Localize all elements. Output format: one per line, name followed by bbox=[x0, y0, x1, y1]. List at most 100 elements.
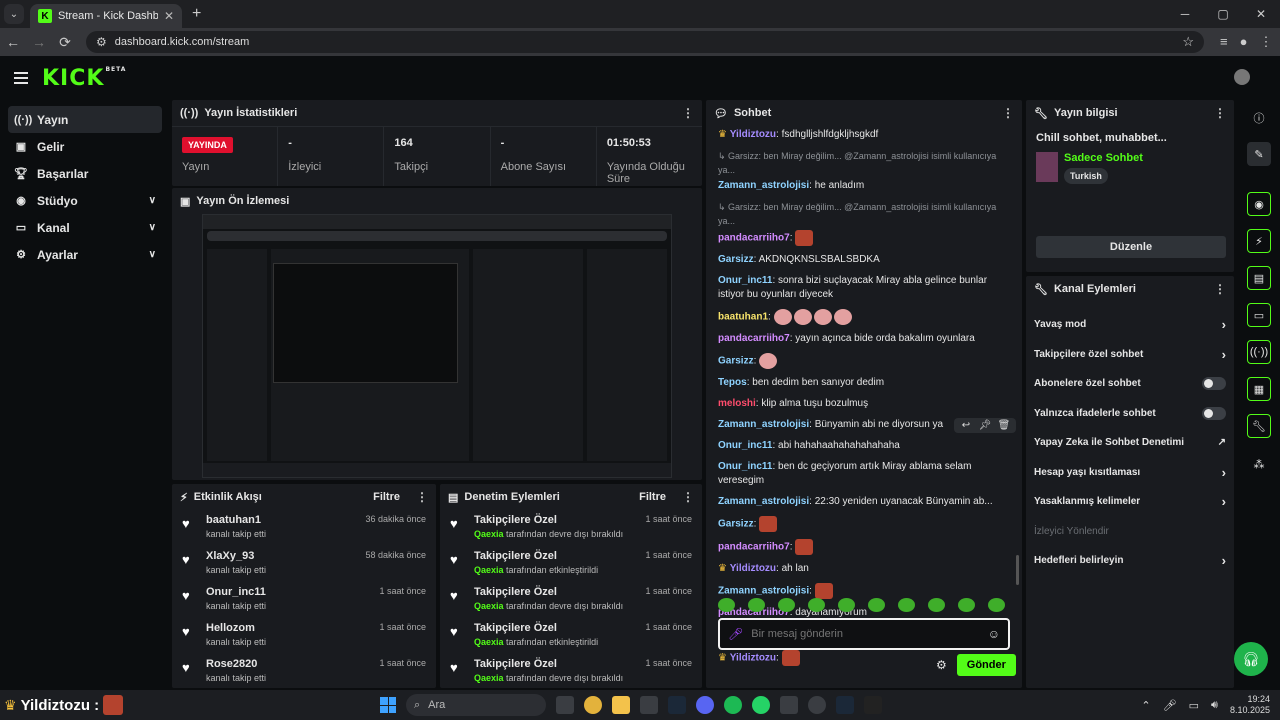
chat-message[interactable]: ♛ Yildiztozu: fsdhglljshlfdgkljhsgkdf bbox=[718, 128, 1010, 142]
more-options-icon[interactable]: ⋮ bbox=[682, 106, 694, 120]
chat-username[interactable]: Zamann_astrolojisi bbox=[718, 180, 809, 191]
steam-icon[interactable] bbox=[668, 696, 686, 714]
mod-actor[interactable]: Qaexia bbox=[474, 601, 504, 611]
wrench-icon[interactable]: 🔧︎ bbox=[1247, 414, 1271, 438]
file-explorer-icon[interactable] bbox=[612, 696, 630, 714]
profile-icon[interactable]: ● bbox=[1240, 34, 1248, 50]
more-options-icon[interactable]: ⋮ bbox=[1002, 106, 1014, 120]
back-button[interactable]: ← bbox=[0, 34, 26, 50]
chat-username[interactable]: Zamann_astrolojisi bbox=[718, 419, 809, 430]
chat-username[interactable]: Yildiztozu bbox=[730, 563, 776, 574]
feed-user[interactable]: XlaXy_93 bbox=[206, 550, 355, 562]
microphone-icon[interactable]: 🎤︎ bbox=[728, 627, 743, 641]
feed-user[interactable]: Rose2820 bbox=[206, 658, 369, 670]
media-controls-icon[interactable]: ≡ bbox=[1220, 34, 1228, 50]
new-tab-button[interactable]: + bbox=[192, 5, 201, 23]
chat-message[interactable]: Onur_inc11: ben dc geçiyorum artık Miray… bbox=[718, 460, 1010, 488]
chat-message[interactable]: Tepos: ben dedim ben sanıyor dedim bbox=[718, 376, 1010, 390]
chat-input-box[interactable]: 🎤︎ ☺ bbox=[718, 618, 1010, 650]
store-icon[interactable] bbox=[640, 696, 658, 714]
spotify-icon[interactable] bbox=[724, 696, 742, 714]
emote-button[interactable] bbox=[958, 598, 975, 612]
mod-actor[interactable]: Qaexia bbox=[474, 565, 504, 575]
browser-menu-icon[interactable]: ⋮ bbox=[1259, 34, 1272, 50]
chat-username[interactable]: Tepos bbox=[718, 377, 747, 388]
close-window-button[interactable]: ✕ bbox=[1242, 0, 1280, 28]
maximize-button[interactable]: ▢ bbox=[1204, 0, 1242, 28]
sidebar-item-channel[interactable]: ▭ Kanal ∨ bbox=[8, 214, 162, 241]
chat-scrollbar[interactable] bbox=[1016, 555, 1019, 585]
chat-bubble-icon[interactable]: ▭ bbox=[1247, 303, 1271, 327]
chat-username[interactable]: Zamann_astrolojisi bbox=[718, 496, 809, 507]
chat-username[interactable]: Onur_inc11 bbox=[718, 461, 772, 472]
help-chat-button[interactable]: 🎧︎ bbox=[1234, 642, 1268, 676]
tab-search-button[interactable]: ⌄ bbox=[4, 4, 24, 24]
display-icon[interactable]: ▭ bbox=[1189, 699, 1199, 712]
more-options-icon[interactable]: ⋮ bbox=[682, 490, 694, 504]
steam-icon[interactable] bbox=[836, 696, 854, 714]
address-bar[interactable]: ⚙ dashboard.kick.com/stream ☆ bbox=[86, 31, 1204, 53]
emote-button[interactable] bbox=[898, 598, 915, 612]
emote-button[interactable] bbox=[808, 598, 825, 612]
chat-username[interactable]: Onur_inc11 bbox=[718, 275, 772, 286]
chat-message[interactable]: baatuhan1: bbox=[718, 309, 1010, 325]
microphone-icon[interactable]: 🎤︎ bbox=[1163, 699, 1177, 712]
emote-button[interactable] bbox=[748, 598, 765, 612]
broadcast-icon[interactable]: ((·)) bbox=[1247, 340, 1271, 364]
pin-icon[interactable]: 📌︎ bbox=[977, 420, 993, 431]
action-account-age[interactable]: Hesap yaşı kısıtlaması › bbox=[1026, 458, 1234, 488]
chat-message[interactable]: meloshi: klip alma tuşu bozulmuş bbox=[718, 397, 1010, 411]
chat-message[interactable]: pandacarriiho7: bbox=[718, 230, 1010, 246]
info-icon[interactable]: ⓘ bbox=[1247, 106, 1271, 130]
sidebar-item-studio[interactable]: ◉ Stüdyo ∨ bbox=[8, 187, 162, 214]
tray-chevron-icon[interactable]: ⌃ bbox=[1141, 699, 1150, 712]
obs-icon[interactable] bbox=[808, 696, 826, 714]
emote-button[interactable] bbox=[988, 598, 1005, 612]
chat-message[interactable]: Garsizz: bbox=[718, 353, 1010, 369]
chat-reply-context[interactable]: ↳ Garsizz: ben Miray değilim... @Zamann_… bbox=[718, 149, 1010, 177]
feed-user[interactable]: Hellozom bbox=[206, 622, 369, 634]
chat-message[interactable]: pandacarriiho7: yayın açınca bide orda b… bbox=[718, 332, 1010, 346]
emotes-only-toggle[interactable] bbox=[1202, 406, 1226, 420]
edit-stream-button[interactable]: Düzenle bbox=[1036, 236, 1226, 258]
chat-message[interactable]: Garsizz: bbox=[718, 516, 1010, 532]
chat-message[interactable]: ♛ Yildiztozu: ah lan bbox=[718, 562, 1010, 576]
chat-username[interactable]: Yildiztozu bbox=[730, 653, 776, 664]
chrome-icon[interactable] bbox=[584, 696, 602, 714]
chat-message[interactable]: Onur_inc11: sonra bizi suçlayacak Miray … bbox=[718, 274, 1010, 302]
chat-message[interactable]: Zamann_astrolojisi: bbox=[718, 583, 1010, 599]
system-clock[interactable]: 19:24 8.10.2025 bbox=[1230, 694, 1270, 716]
emote-button[interactable] bbox=[928, 598, 945, 612]
site-info-icon[interactable]: ⚙ bbox=[96, 35, 107, 49]
chat-username[interactable]: Yildiztozu bbox=[730, 129, 776, 140]
reload-button[interactable]: ⟳ bbox=[52, 34, 78, 51]
chat-message[interactable]: pandacarriiho7: bbox=[718, 539, 1010, 555]
sidebar-item-stream[interactable]: ((·)) Yayın bbox=[8, 106, 162, 133]
action-followers-only[interactable]: Takipçilere özel sohbet › bbox=[1026, 340, 1234, 370]
close-tab-icon[interactable]: ✕ bbox=[164, 9, 174, 23]
chat-username[interactable]: Onur_inc11 bbox=[718, 440, 772, 451]
action-set-goals[interactable]: Hedefleri belirleyin › bbox=[1026, 546, 1234, 576]
filter-button[interactable]: Filtre bbox=[639, 491, 666, 503]
feed-user[interactable]: baatuhan1 bbox=[206, 514, 355, 526]
volume-icon[interactable]: 🔊︎ bbox=[1211, 699, 1218, 712]
subscribers-only-toggle[interactable] bbox=[1202, 377, 1226, 391]
reply-icon[interactable]: ↩ bbox=[958, 420, 974, 431]
minimize-button[interactable]: ─ bbox=[1166, 0, 1204, 28]
user-avatar[interactable] bbox=[1234, 69, 1250, 85]
preview-icon[interactable]: ◉ bbox=[1247, 192, 1271, 216]
emote-button[interactable] bbox=[778, 598, 795, 612]
chat-settings-icon[interactable]: ⚙ bbox=[936, 658, 947, 672]
forward-button[interactable]: → bbox=[26, 34, 52, 50]
sidebar-item-settings[interactable]: ⚙ Ayarlar ∨ bbox=[8, 241, 162, 268]
emoji-picker-icon[interactable]: ☺ bbox=[988, 627, 1000, 641]
more-options-icon[interactable]: ⋮ bbox=[416, 490, 428, 504]
chat-username[interactable]: Zamann_astrolojisi bbox=[718, 586, 809, 597]
emote-button[interactable] bbox=[718, 598, 735, 612]
mod-actor[interactable]: Qaexia bbox=[474, 673, 504, 683]
chat-message[interactable]: Zamann_astrolojisi: 22:30 yeniden uyanac… bbox=[718, 495, 1010, 509]
chat-username[interactable]: baatuhan1 bbox=[718, 312, 768, 323]
edit-icon[interactable]: ✎ bbox=[1247, 142, 1271, 166]
sidebar-item-achievements[interactable]: 🏆︎ Başarılar bbox=[8, 160, 162, 187]
windows-start-icon[interactable] bbox=[380, 697, 396, 713]
